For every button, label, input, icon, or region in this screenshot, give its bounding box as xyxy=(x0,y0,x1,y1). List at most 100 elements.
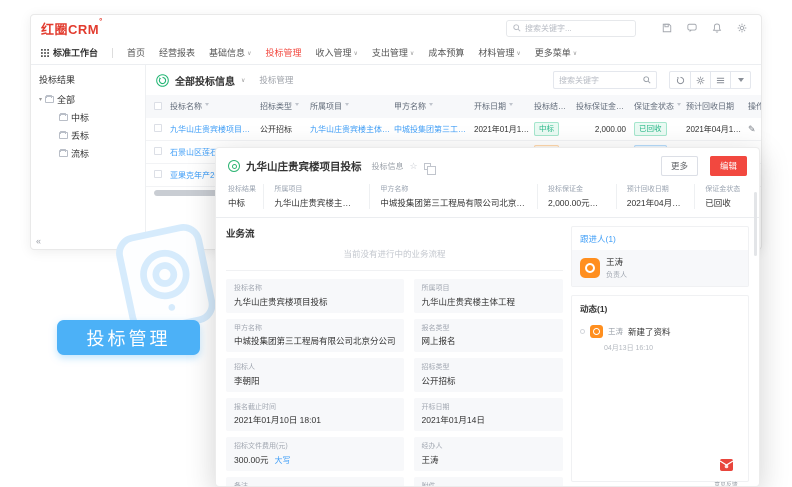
star-icon[interactable]: ☆ xyxy=(410,161,418,172)
tree-node-label: 全部 xyxy=(57,93,75,106)
list-toolbar: 全部投标信息 ∨ 投标管理 xyxy=(146,65,761,95)
activity-panel: 动态(1) 王涛 新建了资料 04月13日 16:10 xyxy=(571,295,749,482)
nav-item-bid-management[interactable]: 投标管理 xyxy=(265,46,301,59)
feedback-label: 意见反馈 xyxy=(713,480,740,487)
list-search-input[interactable] xyxy=(559,76,640,85)
tree-expand-icon[interactable]: ▾ xyxy=(39,96,42,103)
nav-item-basic-info[interactable]: 基础信息 xyxy=(209,46,251,59)
tree-node-failed[interactable]: 流标 xyxy=(59,147,137,160)
follower-item[interactable]: 王涛 负责人 xyxy=(572,250,748,286)
col-result[interactable]: 投标结果 xyxy=(534,101,576,112)
col-recover-date[interactable]: 预计回收日期 xyxy=(686,101,748,112)
summary-result: 投标结果 中标 xyxy=(228,184,263,209)
copy-icon[interactable] xyxy=(424,163,431,170)
red-envelope-icon[interactable] xyxy=(719,458,734,472)
sidebar-title: 投标结果 xyxy=(39,73,137,86)
bid-management-tag: 投标管理 xyxy=(57,320,200,355)
follower-name: 王涛 xyxy=(606,256,627,268)
brand-degree: ° xyxy=(99,17,103,38)
sidebar-collapse-icon[interactable]: « xyxy=(36,236,41,246)
save-icon[interactable] xyxy=(662,23,672,33)
folder-icon xyxy=(59,132,68,139)
tree-node-won[interactable]: 中标 xyxy=(59,111,137,124)
follower-role: 负责人 xyxy=(606,270,627,280)
chevron-down-icon[interactable]: ∨ xyxy=(241,77,245,84)
more-button[interactable]: 更多 xyxy=(661,156,698,176)
nav-item-more-menu[interactable]: 更多菜单 xyxy=(535,46,577,59)
bell-icon[interactable] xyxy=(712,23,722,33)
columns-icon[interactable] xyxy=(710,72,730,88)
summary-deposit-status: 保证金状态 已回收 xyxy=(694,184,747,209)
refresh-icon[interactable] xyxy=(670,72,690,88)
chat-icon[interactable] xyxy=(687,23,697,33)
cell-party[interactable]: 中城投集团第三工程局有... xyxy=(394,124,474,135)
uppercase-link[interactable]: 大写 xyxy=(275,456,291,465)
field-open-date: 开标日期2021年01月14日 xyxy=(414,398,563,432)
activity-user: 王涛 xyxy=(608,326,623,337)
select-all-checkbox[interactable] xyxy=(154,102,162,110)
nav-item-cost-budget[interactable]: 成本预算 xyxy=(428,46,464,59)
field-tenderer: 招标人李朝阳 xyxy=(226,358,404,392)
summary-project: 所属项目 九华山庄贵宾楼主体工程 xyxy=(263,184,369,209)
workbench-label: 标准工作台 xyxy=(53,46,98,59)
global-search-input[interactable] xyxy=(525,24,629,33)
filter-icon xyxy=(677,103,681,108)
followers-panel: 跟进人(1) 王涛 负责人 xyxy=(571,226,749,287)
edit-icon[interactable]: ✎ xyxy=(748,124,756,134)
row-checkbox[interactable] xyxy=(154,170,162,178)
gear-icon[interactable] xyxy=(737,23,747,33)
row-checkbox[interactable] xyxy=(154,124,162,132)
cell-bid-name[interactable]: 九华山庄贵宾楼项目投标 xyxy=(170,124,260,135)
nav-item-home[interactable]: 首页 xyxy=(127,46,145,59)
search-icon xyxy=(643,76,651,84)
workflow-empty-text: 当前没有进行中的业务流程 xyxy=(226,248,563,260)
field-bid-type: 招标类型公开招标 xyxy=(414,358,563,392)
nav-item-expense[interactable]: 支出管理 xyxy=(372,46,414,59)
table-header: 投标名称 招标类型 所属项目 甲方名称 开标日期 投标结果 投标保证金(元)↓ … xyxy=(146,95,761,118)
list-search[interactable] xyxy=(553,71,657,89)
field-attachment: 附件 xyxy=(414,477,563,487)
breadcrumb: 投标管理 xyxy=(259,74,293,86)
tree-node-lost[interactable]: 丢标 xyxy=(59,129,137,142)
col-bid-type[interactable]: 招标类型 xyxy=(260,101,310,112)
detail-title: 九华山庄贵宾楼项目投标 xyxy=(246,159,362,174)
field-remark: 备注 xyxy=(226,477,404,487)
view-title[interactable]: 全部投标信息 xyxy=(175,73,235,88)
nav-item-materials[interactable]: 材料管理 xyxy=(478,46,520,59)
col-project[interactable]: 所属项目 xyxy=(310,101,394,112)
tree-node-all[interactable]: ▾ 全部 xyxy=(39,93,137,106)
cell-project[interactable]: 九华山庄贵宾楼主体工程 xyxy=(310,124,394,135)
col-party[interactable]: 甲方名称 xyxy=(394,101,474,112)
nav-item-reports[interactable]: 经营报表 xyxy=(159,46,195,59)
feedback-widget[interactable]: 意见反馈 xyxy=(711,458,741,487)
tree-node-label: 流标 xyxy=(71,147,89,160)
col-open-date[interactable]: 开标日期 xyxy=(474,101,534,112)
summary-strip: 投标结果 中标 所属项目 九华山庄贵宾楼主体工程 甲方名称 中城投集团第三工程局… xyxy=(216,181,759,218)
filter-icon xyxy=(295,103,299,108)
table-row[interactable]: 九华山庄贵宾楼项目投标 公开招标 九华山庄贵宾楼主体工程 中城投集团第三工程局有… xyxy=(146,118,761,141)
cell-bid-type: 公开招标 xyxy=(260,124,310,135)
row-checkbox[interactable] xyxy=(154,147,162,155)
activity-time: 04月13日 16:10 xyxy=(604,343,740,353)
col-bid-name[interactable]: 投标名称 xyxy=(170,101,260,112)
col-deposit-status[interactable]: 保证金状态 xyxy=(634,101,686,112)
cell-open-date: 2021年01月14日 xyxy=(474,124,534,135)
settings-icon[interactable] xyxy=(690,72,710,88)
bid-record-icon xyxy=(228,160,240,172)
sort-down-icon: ↓ xyxy=(629,104,633,111)
col-deposit[interactable]: 投标保证金(元)↓ xyxy=(576,101,634,112)
global-search[interactable] xyxy=(506,20,636,37)
nav-item-income[interactable]: 收入管理 xyxy=(315,46,357,59)
field-party: 甲方名称中城投集团第三工程局有限公司北京分公司 xyxy=(226,319,404,353)
edit-button[interactable]: 编辑 xyxy=(710,156,747,176)
tree-node-label: 丢标 xyxy=(71,129,89,142)
activity-item: 王涛 新建了资料 xyxy=(580,325,740,338)
header-icon-group xyxy=(662,23,747,33)
cell-deposit: 2,000.00 xyxy=(576,125,634,134)
filter-icon[interactable] xyxy=(730,72,750,88)
field-bid-name: 投标名称九华山庄贵宾楼项目投标 xyxy=(226,279,404,313)
workbench-switcher[interactable]: 标准工作台 xyxy=(41,46,98,59)
refresh-circle-icon[interactable] xyxy=(156,74,169,87)
followers-title[interactable]: 跟进人(1) xyxy=(572,227,748,250)
detail-subtitle: 投标信息 xyxy=(372,161,404,172)
